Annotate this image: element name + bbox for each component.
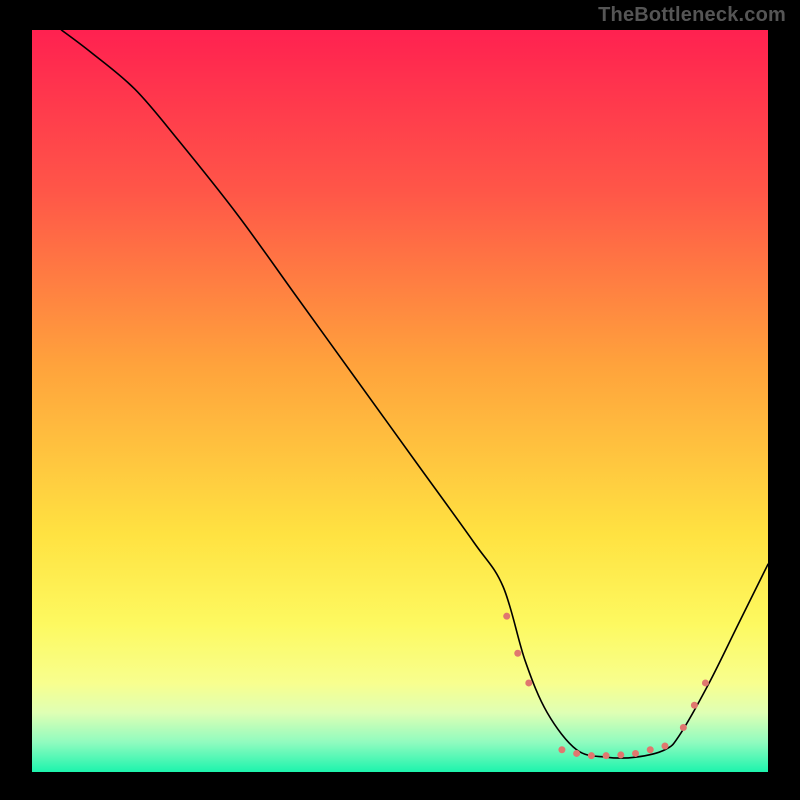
highlight-marker — [503, 613, 510, 620]
watermark-text: TheBottleneck.com — [598, 4, 786, 27]
highlight-marker — [514, 650, 521, 657]
highlight-marker — [691, 702, 698, 709]
highlight-marker — [617, 751, 624, 758]
highlight-marker — [632, 750, 639, 757]
highlight-marker — [573, 750, 580, 757]
highlight-marker — [661, 743, 668, 750]
chart-svg — [32, 30, 768, 772]
highlight-marker — [588, 752, 595, 759]
highlight-marker — [702, 679, 709, 686]
gradient-background — [32, 30, 768, 772]
highlight-marker — [525, 679, 532, 686]
highlight-marker — [603, 752, 610, 759]
highlight-marker — [680, 724, 687, 731]
highlight-marker — [647, 746, 654, 753]
chart-area — [32, 30, 768, 772]
highlight-marker — [558, 746, 565, 753]
